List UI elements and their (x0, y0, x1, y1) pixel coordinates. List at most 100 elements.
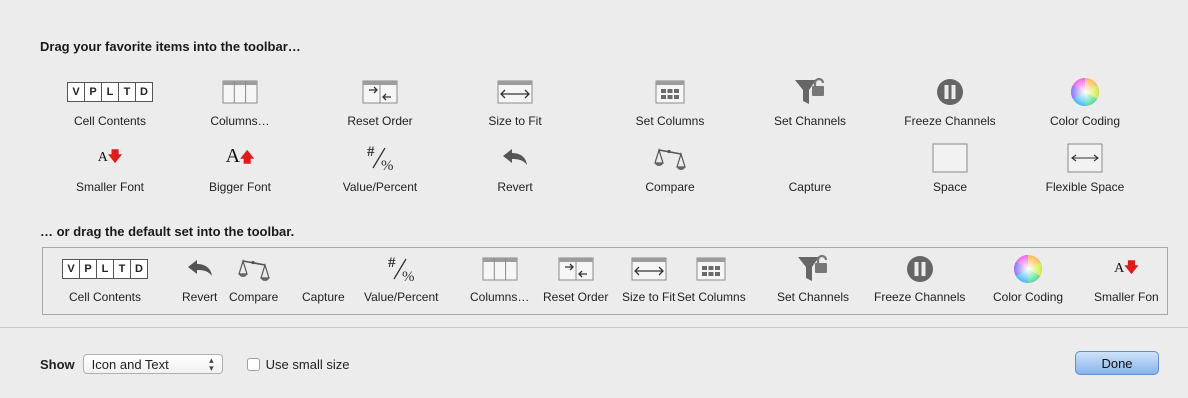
default-item-columns[interactable]: Columns… (470, 252, 529, 312)
default-set-heading: … or drag the default set into the toolb… (40, 224, 295, 239)
palette-item-compare[interactable]: Compare (605, 140, 735, 198)
svg-text:#: # (367, 144, 375, 160)
compare-icon (237, 252, 270, 286)
palette-item-label: Color Coding (1049, 114, 1121, 128)
value-percent-icon: #% (384, 252, 418, 286)
set-channels-icon (792, 74, 828, 110)
default-item-label: Columns… (470, 290, 530, 304)
use-small-size-option[interactable]: Use small size (246, 356, 350, 372)
default-item-label: Color Coding (993, 290, 1064, 304)
separator (0, 327, 1188, 328)
use-small-size-checkbox[interactable] (246, 357, 260, 371)
svg-text:#: # (388, 255, 396, 271)
palette-item-label: Value/Percent (342, 180, 418, 194)
default-item-label: Set Columns (677, 290, 746, 304)
default-item-label: Cell Contents (68, 290, 142, 304)
palette-item-cell-contents[interactable]: V P L T D Cell Contents (45, 74, 175, 132)
palette-item-space[interactable]: Space (885, 140, 1015, 198)
color-coding-icon (1012, 252, 1044, 286)
palette-item-label: Set Channels (773, 114, 847, 128)
done-button[interactable]: Done (1075, 351, 1159, 375)
size-to-fit-icon (631, 252, 667, 286)
palette-item-label: Compare (645, 180, 695, 194)
default-item-smaller-font[interactable]: A🡇 Smaller Fon (1094, 252, 1159, 312)
set-channels-icon (795, 252, 831, 286)
palette-item-value-percent[interactable]: #% Value/Percent (315, 140, 445, 198)
default-item-set-columns[interactable]: Set Columns (677, 252, 746, 312)
size-to-fit-icon (497, 74, 533, 110)
palette-item-flexible-space[interactable]: Flexible Space (1020, 140, 1150, 198)
freeze-channels-icon (905, 252, 935, 286)
default-set-box[interactable]: V P L T D Cell Contents Revert Compare Capture #%… (42, 247, 1168, 315)
default-item-color-coding[interactable]: Color Coding (993, 252, 1063, 312)
cell-contents-icon: VPLTD (67, 74, 153, 110)
default-item-cell-contents[interactable]: V P L T D Cell Contents (62, 252, 148, 312)
space-icon (932, 140, 968, 176)
default-item-label: Freeze Channels (874, 290, 966, 304)
default-item-label: Capture (302, 290, 345, 304)
palette-item-reset-order[interactable]: Reset Order (315, 74, 445, 132)
reset-order-icon (558, 252, 594, 286)
palette-item-capture[interactable]: Capture (745, 140, 875, 198)
default-item-size-to-fit[interactable]: Size to Fit (622, 252, 675, 312)
smaller-font-icon: A🡇 (1114, 259, 1139, 276)
show-mode-value: Icon and Text (91, 356, 169, 372)
default-item-label: Revert (182, 290, 218, 304)
palette-item-label: Size to Fit (488, 114, 542, 128)
default-item-label: Compare (229, 290, 279, 304)
palette-item-label: Reset Order (347, 114, 413, 128)
palette-item-label: Flexible Space (1045, 180, 1125, 194)
show-mode-select[interactable]: Icon and Text ▴ ▾ (82, 354, 223, 374)
palette-item-size-to-fit[interactable]: Size to Fit (450, 74, 580, 132)
palette-item-label: Set Columns (635, 114, 705, 128)
palette-item-label: Capture (788, 180, 832, 194)
palette-item-set-columns[interactable]: Set Columns (605, 74, 735, 132)
default-item-label: Set Channels (777, 290, 850, 304)
palette-item-freeze-channels[interactable]: Freeze Channels (885, 74, 1015, 132)
default-item-label: Size to Fit (622, 290, 676, 304)
palette-heading: Drag your favorite items into the toolba… (40, 39, 301, 54)
revert-icon (500, 140, 530, 176)
default-item-revert[interactable]: Revert (182, 252, 217, 312)
color-coding-icon (1069, 74, 1101, 110)
palette-item-label: Bigger Font (208, 180, 272, 194)
default-item-compare[interactable]: Compare (229, 252, 278, 312)
default-item-reset-order[interactable]: Reset Order (543, 252, 608, 312)
set-columns-icon (655, 74, 685, 110)
palette-item-color-coding[interactable]: Color Coding (1020, 74, 1150, 132)
value-percent-icon: #% (363, 140, 397, 176)
chevron-updown-icon: ▴ ▾ (209, 355, 214, 373)
default-item-capture[interactable]: Capture (302, 252, 345, 312)
default-item-freeze-channels[interactable]: Freeze Channels (874, 252, 965, 312)
columns-icon (482, 252, 518, 286)
palette-item-columns[interactable]: Columns… (175, 74, 305, 132)
smaller-font-icon: A🡇 (97, 148, 123, 165)
palette-item-revert[interactable]: Revert (450, 140, 580, 198)
palette-item-label: Smaller Font (75, 180, 145, 194)
default-item-label: Reset Order (543, 290, 609, 304)
palette-item-label: Cell Contents (73, 114, 147, 128)
default-item-set-channels[interactable]: Set Channels (777, 252, 849, 312)
palette-item-bigger-font[interactable]: A🡅 Bigger Font (175, 140, 305, 198)
svg-text:%: % (381, 158, 394, 174)
default-item-label: Smaller Fon (1094, 290, 1159, 304)
use-small-size-label: Use small size (265, 356, 350, 372)
default-item-value-percent[interactable]: #% Value/Percent (364, 252, 439, 312)
columns-icon (222, 74, 258, 110)
compare-icon (654, 140, 686, 176)
show-label: Show (40, 356, 75, 372)
palette-item-label: Columns… (210, 114, 270, 128)
freeze-channels-icon (935, 74, 965, 110)
palette-item-set-channels[interactable]: Set Channels (745, 74, 875, 132)
palette-item-smaller-font[interactable]: A🡇 Smaller Font (45, 140, 175, 198)
reset-order-icon (362, 74, 398, 110)
default-item-label: Value/Percent (364, 290, 439, 304)
set-columns-icon (696, 252, 726, 286)
palette-item-label: Revert (497, 180, 533, 194)
revert-icon (185, 252, 215, 286)
flexible-space-icon (1067, 140, 1103, 176)
cell-contents-icon: VPLTD (62, 252, 148, 286)
bigger-font-icon: A🡅 (225, 145, 255, 167)
palette-item-label: Freeze Channels (904, 114, 996, 128)
svg-text:%: % (402, 269, 415, 285)
